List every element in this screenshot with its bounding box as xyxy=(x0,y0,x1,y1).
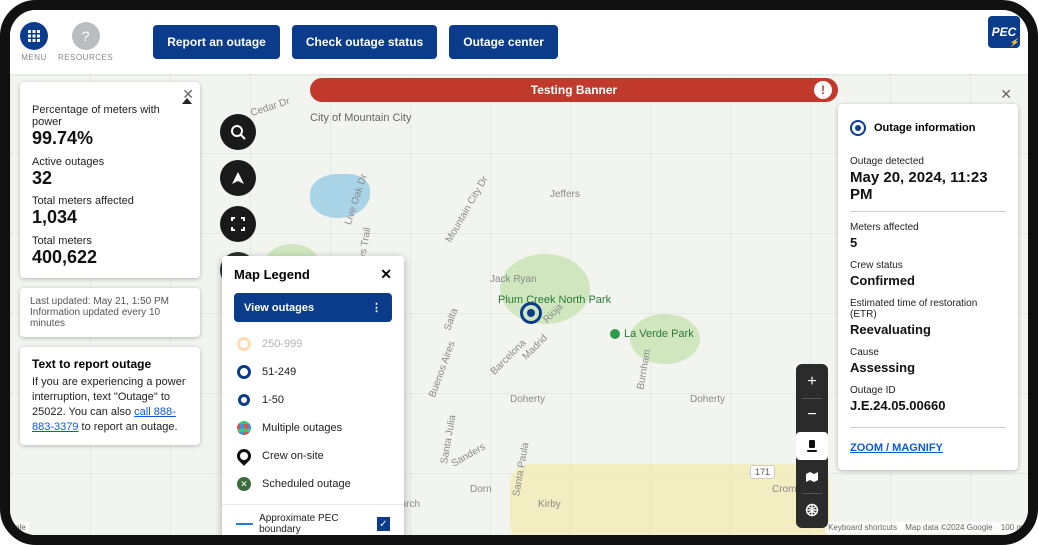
resources-label: RESOURCES xyxy=(58,53,113,62)
resources-button[interactable]: ? xyxy=(72,22,100,50)
outage-center-button[interactable]: Outage center xyxy=(449,25,558,59)
map-area[interactable]: Testing Banner ! City of Mountain City C… xyxy=(10,74,1028,535)
left-panels: ✕ Percentage of meters with power 99.74%… xyxy=(20,82,200,445)
legend-boundary: Approximate PEC boundary ✓ xyxy=(222,504,404,535)
map-park-label: Plum Creek North Park xyxy=(498,294,611,306)
map-street-label: Jack Ryan xyxy=(490,274,537,285)
legend-title: Map Legend xyxy=(234,267,310,282)
detected-label: Outage detected xyxy=(850,156,1006,167)
close-icon[interactable]: ✕ xyxy=(380,266,392,283)
alert-banner: Testing Banner ! xyxy=(310,78,838,102)
etr-value: Reevaluating xyxy=(850,322,1006,337)
outage-info-panel: ✕ Outage information Outage detected May… xyxy=(838,82,1018,470)
detected-value: May 20, 2024, 11:23 PM xyxy=(850,169,1006,203)
boundary-line-icon xyxy=(236,523,253,525)
map-street-label: Doherty xyxy=(510,394,545,405)
zoom-out-button[interactable]: − xyxy=(796,401,828,429)
map-legend: Map Legend ✕ View outages ⋮ 250-999 51-2… xyxy=(222,256,404,535)
map-city-label: City of Mountain City xyxy=(310,112,411,124)
stat-label: Total meters affected xyxy=(32,195,188,207)
stats-card: ✕ Percentage of meters with power 99.74%… xyxy=(20,82,200,278)
report-outage-button[interactable]: Report an outage xyxy=(153,25,280,59)
boundary-checkbox[interactable]: ✓ xyxy=(377,517,390,531)
check-status-button[interactable]: Check outage status xyxy=(292,25,437,59)
text-report-title: Text to report outage xyxy=(32,357,188,371)
cause-value: Assessing xyxy=(850,360,1006,375)
stat-label: Percentage of meters with power xyxy=(32,104,162,128)
meters-value: 5 xyxy=(850,235,1006,250)
legend-item-crew: Crew on-site xyxy=(236,442,390,470)
stat-label: Total meters xyxy=(32,235,188,247)
legend-item-1-50: 1-50 xyxy=(236,386,390,414)
map-park-label: La Verde Park xyxy=(610,328,694,340)
close-icon[interactable]: ✕ xyxy=(1000,86,1012,103)
crew-label: Crew status xyxy=(850,260,1006,271)
info-title: Outage information xyxy=(874,122,975,134)
map-street-label: Salta xyxy=(442,307,460,332)
last-updated: Last updated: May 21, 1:50 PM xyxy=(30,296,190,307)
outage-id-label: Outage ID xyxy=(850,385,1006,396)
stat-label: Active outages xyxy=(32,156,188,168)
alert-icon: ! xyxy=(814,81,832,99)
meters-label: Meters affected xyxy=(850,222,1006,233)
map-street-label: Dorn xyxy=(470,484,492,495)
resources-col: ? RESOURCES xyxy=(58,22,113,62)
brand-logo: PEC⚡ xyxy=(988,16,1020,48)
legend-list: 250-999 51-249 1-50 Multiple outages Cre… xyxy=(222,330,404,498)
top-bar: MENU ? RESOURCES Report an outage Check … xyxy=(10,10,1028,74)
zoom-controls: + − xyxy=(796,364,828,528)
zoom-magnify-link[interactable]: ZOOM / MAGNIFY xyxy=(850,442,943,454)
etr-label: Estimated time of restoration (ETR) xyxy=(850,298,1006,320)
fullscreen-button[interactable] xyxy=(220,206,256,242)
map-street-label: Jeffers xyxy=(550,189,580,200)
stat-value: 400,622 xyxy=(32,247,188,269)
map-street-label: Mountain City Dr xyxy=(444,175,491,245)
update-note: Information updated every 10 minutes xyxy=(30,307,190,329)
stat-value: 99.74% xyxy=(32,128,188,150)
menu-label: MENU xyxy=(21,53,47,62)
legend-item-51-249: 51-249 xyxy=(236,358,390,386)
text-report-card: Text to report outage If you are experie… xyxy=(20,347,200,444)
park-pin-icon xyxy=(610,329,620,339)
legend-item-scheduled: Scheduled outage xyxy=(236,470,390,498)
map-street-label: Doherty xyxy=(690,394,725,405)
more-icon: ⋮ xyxy=(371,301,382,314)
map-type-button[interactable] xyxy=(796,463,828,491)
banner-text: Testing Banner xyxy=(531,83,617,97)
text-report-body: If you are experiencing a power interrup… xyxy=(32,375,188,434)
outage-marker-1-50[interactable] xyxy=(520,302,542,324)
globe-button[interactable] xyxy=(796,496,828,524)
screen: MENU ? RESOURCES Report an outage Check … xyxy=(10,10,1028,535)
info-header: Outage information xyxy=(850,114,1006,146)
menu-button[interactable] xyxy=(20,22,48,50)
view-outages-button[interactable]: View outages ⋮ xyxy=(234,293,392,322)
stat-value: 1,034 xyxy=(32,207,188,229)
cause-label: Cause xyxy=(850,347,1006,358)
search-button[interactable] xyxy=(220,114,256,150)
map-attribution: Keyboard shortcuts Map data ©2024 Google… xyxy=(825,522,1026,533)
legend-item-250-999: 250-999 xyxy=(236,330,390,358)
outage-id-value: J.E.24.05.00660 xyxy=(850,398,1006,413)
map-street-label: Kirby xyxy=(538,499,561,510)
chevron-up-icon[interactable] xyxy=(182,98,192,104)
device-frame: MENU ? RESOURCES Report an outage Check … xyxy=(0,0,1038,545)
zoom-in-button[interactable]: + xyxy=(796,368,828,396)
locate-button[interactable] xyxy=(220,160,256,196)
layers-button[interactable] xyxy=(796,432,828,460)
updated-card: Last updated: May 21, 1:50 PM Informatio… xyxy=(20,288,200,337)
map-street-label: Barcelona xyxy=(489,338,529,378)
stat-value: 32 xyxy=(32,168,188,190)
legend-item-multiple: Multiple outages xyxy=(236,414,390,442)
menu-col: MENU xyxy=(20,22,48,62)
outage-icon xyxy=(850,120,866,136)
crew-value: Confirmed xyxy=(850,273,1006,288)
route-shield: 171 xyxy=(750,462,775,480)
map-street-label: Buenos Aires xyxy=(427,340,457,399)
google-badge: gle xyxy=(12,522,29,533)
map-street-label: Sanders xyxy=(450,441,488,469)
